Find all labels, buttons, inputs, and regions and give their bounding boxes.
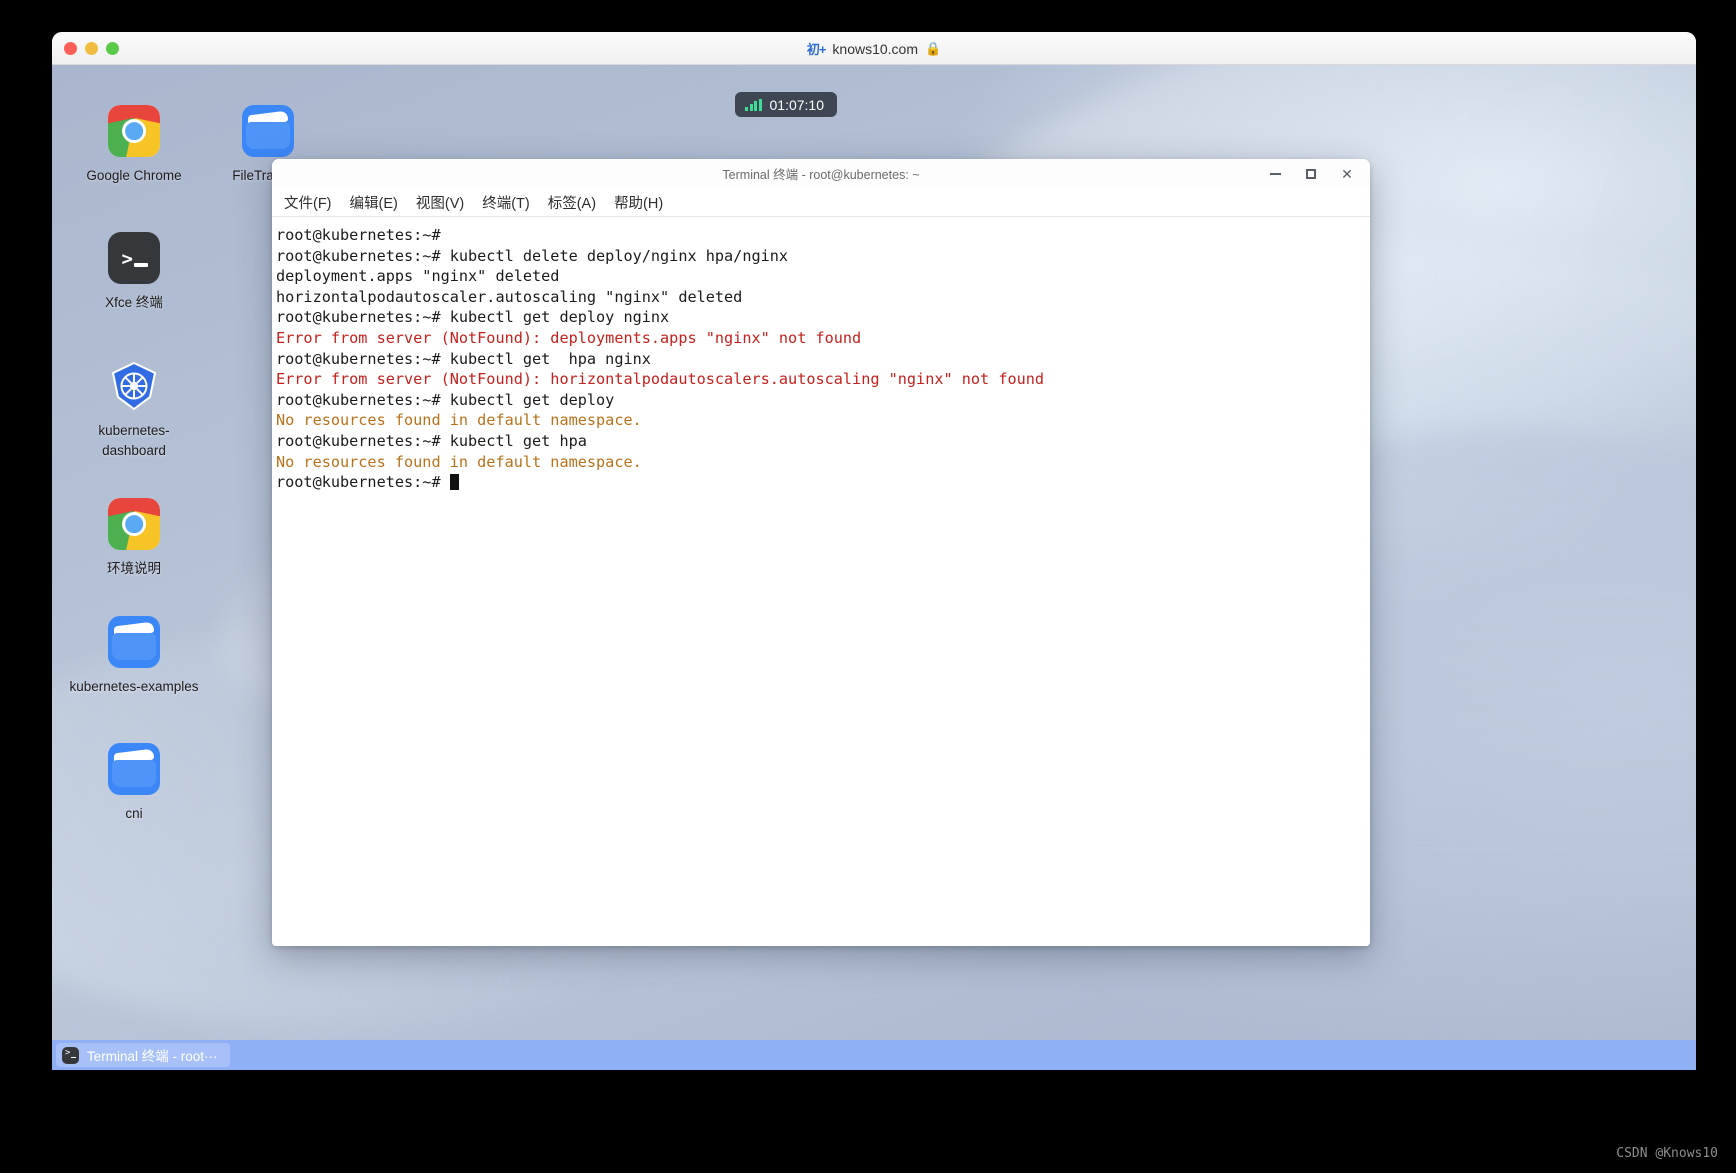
status-overlay-badge: 01:07:10: [735, 92, 837, 117]
terminal-titlebar[interactable]: Terminal 终端 - root@kubernetes: ~ ✕: [272, 159, 1370, 188]
terminal-line: root@kubernetes:~#: [276, 226, 450, 244]
taskbar: Terminal 终端 - root···: [52, 1040, 1696, 1070]
terminal-window-buttons: ✕: [1258, 159, 1364, 188]
menu-item-terminal[interactable]: 终端(T): [474, 189, 538, 216]
google-chrome-icon: [108, 105, 160, 157]
site-badge-icon: 初+: [806, 42, 827, 57]
desktop-icon-google-chrome[interactable]: Google Chrome: [68, 105, 200, 186]
desktop-icon-label: cni: [125, 806, 143, 821]
desktop-icon-xfce-terminal[interactable]: > Xfce 终端: [68, 232, 200, 313]
browser-address-bar[interactable]: 初+ knows10.com 🔒: [52, 32, 1696, 65]
desktop-icon-cni[interactable]: cni: [68, 743, 200, 824]
terminal-line: root@kubernetes:~# kubectl get hpa nginx: [276, 349, 651, 368]
lock-icon: 🔒: [925, 40, 942, 56]
menu-item-file[interactable]: 文件(F): [276, 189, 340, 216]
close-icon[interactable]: ✕: [1330, 161, 1364, 187]
terminal-line: No resources found in default namespace.: [276, 452, 642, 471]
terminal-icon: >: [108, 232, 160, 284]
folder-icon: [108, 743, 160, 795]
desktop-icon-kubernetes-dashboard[interactable]: kubernetes-dashboard: [68, 360, 200, 461]
terminal-cursor: [449, 474, 459, 491]
desktop-icon-label: Xfce 终端: [105, 295, 163, 310]
kubernetes-icon: [108, 360, 160, 412]
browser-window: 初+ knows10.com 🔒 01:07:10 Google Chrome …: [52, 32, 1696, 1070]
desktop-icon-label: kubernetes-dashboard: [98, 423, 170, 458]
desktop[interactable]: 01:07:10 Google Chrome FileTransfer > Xf…: [52, 65, 1696, 1070]
terminal-output[interactable]: root@kubernetes:~# root@kubernetes:~# ku…: [272, 218, 1370, 946]
address-text: knows10.com: [832, 40, 918, 57]
terminal-window[interactable]: Terminal 终端 - root@kubernetes: ~ ✕ 文件(F)…: [272, 159, 1370, 946]
terminal-menubar: 文件(F) 编辑(E) 视图(V) 终端(T) 标签(A) 帮助(H): [272, 188, 1370, 217]
browser-titlebar: 初+ knows10.com 🔒: [52, 32, 1696, 65]
terminal-line: root@kubernetes:~#: [276, 472, 1370, 493]
session-timer: 01:07:10: [769, 96, 825, 113]
terminal-line: Error from server (NotFound): deployment…: [276, 328, 862, 347]
desktop-icon-label: Google Chrome: [86, 168, 182, 183]
terminal-line: root@kubernetes:~# kubectl delete deploy…: [276, 246, 789, 265]
folder-icon: [242, 105, 294, 157]
desktop-icon-kubernetes-examples[interactable]: kubernetes-examples: [68, 616, 200, 697]
menu-item-help[interactable]: 帮助(H): [606, 189, 671, 216]
google-chrome-icon: [108, 498, 160, 550]
menu-item-edit[interactable]: 编辑(E): [342, 189, 406, 216]
menu-item-view[interactable]: 视图(V): [408, 189, 472, 216]
signal-bars-icon: [745, 98, 762, 111]
folder-icon: [108, 616, 160, 668]
terminal-line: horizontalpodautoscaler.autoscaling "ngi…: [276, 287, 743, 306]
terminal-line: Error from server (NotFound): horizontal…: [276, 370, 1045, 389]
minimize-icon[interactable]: [1258, 161, 1292, 187]
terminal-title: Terminal 终端 - root@kubernetes: ~: [722, 168, 920, 182]
terminal-line: deployment.apps "nginx" deleted: [276, 267, 560, 286]
terminal-line: No resources found in default namespace.: [276, 411, 642, 430]
terminal-icon: [62, 1046, 79, 1064]
terminal-line: root@kubernetes:~# kubectl get deploy: [276, 390, 615, 409]
desktop-icon-label: 环境说明: [107, 561, 161, 576]
menu-item-tabs[interactable]: 标签(A): [540, 189, 604, 216]
desktop-icon-huanjing-shuoming[interactable]: 环境说明: [68, 498, 200, 579]
terminal-line: root@kubernetes:~# kubectl get deploy ng…: [276, 308, 670, 327]
watermark: CSDN @Knows10: [1616, 1146, 1718, 1161]
terminal-line: root@kubernetes:~# kubectl get hpa: [276, 431, 587, 450]
taskbar-item-terminal[interactable]: Terminal 终端 - root···: [56, 1043, 230, 1067]
maximize-icon[interactable]: [1294, 161, 1328, 187]
desktop-icon-label: kubernetes-examples: [69, 679, 199, 694]
taskbar-item-label: Terminal 终端 - root···: [87, 1049, 218, 1064]
